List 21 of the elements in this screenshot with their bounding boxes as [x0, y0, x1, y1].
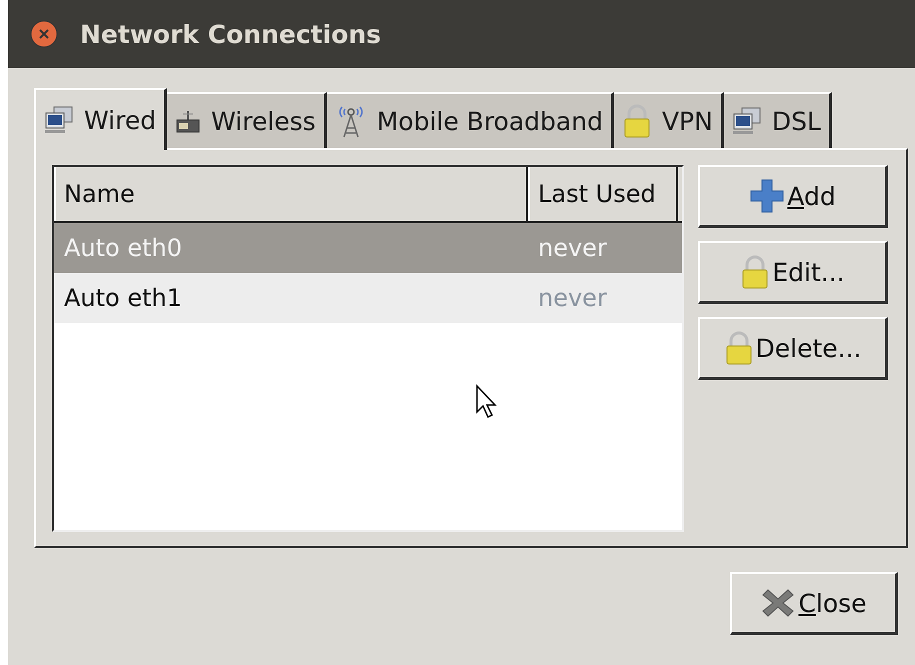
action-button[interactable]: Edit... — [698, 241, 888, 304]
mouse-pointer-icon — [475, 384, 499, 420]
padlock-icon — [724, 331, 754, 365]
tab[interactable]: Wireless — [167, 92, 327, 148]
tab[interactable]: DSL — [724, 92, 832, 148]
computer-icon — [732, 107, 762, 135]
action-button[interactable]: Delete... — [698, 317, 888, 380]
column-header[interactable]: Last Used — [528, 167, 678, 221]
tab[interactable]: VPN — [614, 92, 724, 148]
window-title: Network Connections — [80, 20, 382, 48]
close-button[interactable]: Close — [730, 572, 898, 635]
list-row[interactable]: Auto eth1 never — [54, 273, 682, 323]
padlock-icon — [622, 104, 652, 138]
padlock-icon — [740, 255, 770, 289]
plus-icon — [749, 178, 786, 214]
action-button[interactable]: Add — [698, 165, 888, 228]
tab[interactable]: Mobile Broadband — [326, 92, 614, 148]
tab[interactable]: Wired — [34, 88, 168, 150]
close-icon[interactable] — [30, 20, 58, 48]
column-header[interactable]: Name — [54, 167, 528, 221]
computer-icon — [44, 106, 74, 134]
